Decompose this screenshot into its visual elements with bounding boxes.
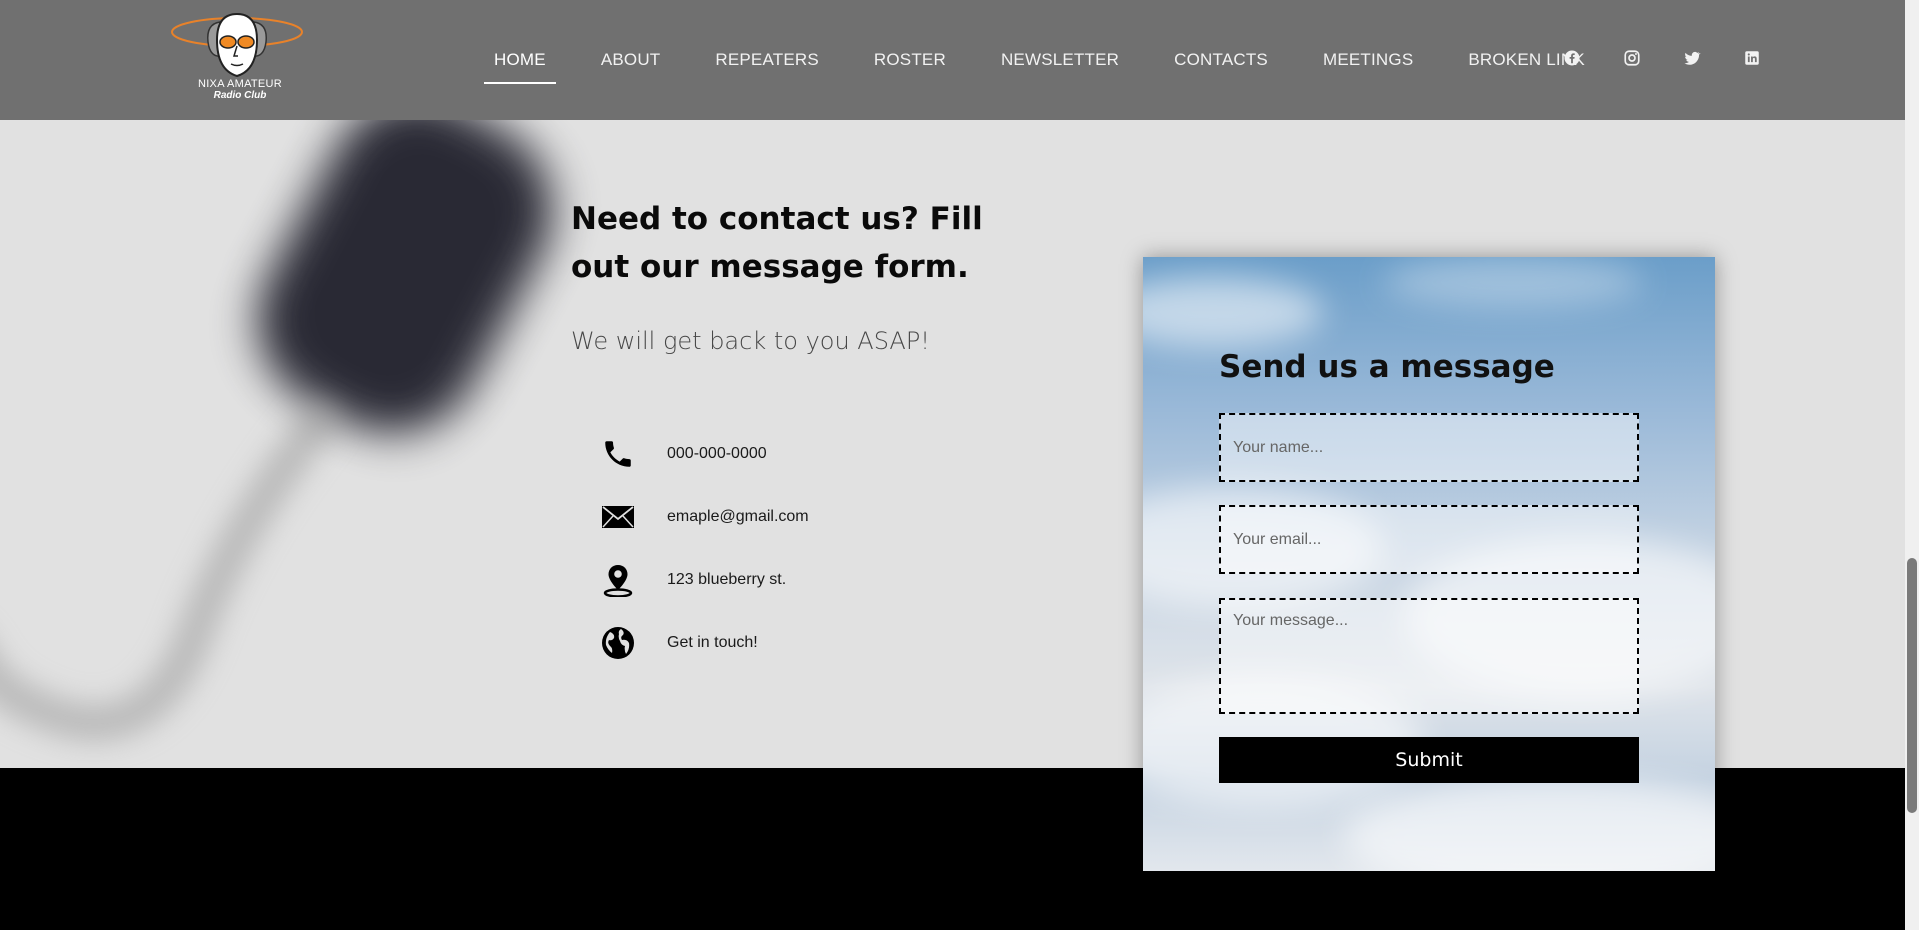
nav-item-about[interactable]: ABOUT: [591, 46, 671, 74]
contact-phone: 000-000-0000: [600, 436, 767, 472]
scrollbar-thumb[interactable]: [1907, 558, 1917, 813]
contact-web-text: Get in touch!: [667, 634, 758, 651]
form-title: Send us a message: [1219, 349, 1555, 385]
cable-background-image: [0, 402, 338, 741]
nav-item-repeaters[interactable]: REPEATERS: [705, 46, 829, 74]
logo-mascot-icon: [171, 12, 303, 78]
contact-heading: Need to contact us? Fill out our message…: [571, 201, 983, 285]
twitter-icon[interactable]: [1683, 49, 1701, 67]
instagram-icon[interactable]: [1623, 49, 1641, 67]
nav-item-meetings[interactable]: MEETINGS: [1313, 46, 1423, 74]
envelope-icon: [600, 499, 636, 535]
facebook-icon[interactable]: [1563, 49, 1581, 67]
globe-icon: [600, 625, 636, 661]
nav-item-newsletter[interactable]: NEWSLETTER: [991, 46, 1129, 74]
street-address: 123 blueberry st.: [667, 571, 787, 588]
email-address: emaple@gmail.com: [667, 508, 809, 525]
contact-subheading: We will get back to you ASAP!: [571, 327, 930, 355]
main-nav: HOME ABOUT REPEATERS ROSTER NEWSLETTER C…: [484, 46, 1630, 84]
submit-button[interactable]: Submit: [1219, 737, 1639, 783]
email-input[interactable]: [1219, 505, 1639, 574]
message-form-card: Send us a message Submit: [1143, 257, 1715, 871]
club-logo[interactable]: NIXA AMATEUR Radio Club: [170, 12, 305, 104]
nav-item-roster[interactable]: ROSTER: [864, 46, 956, 74]
contact-address: 123 blueberry st.: [600, 562, 786, 598]
nav-item-contacts[interactable]: CONTACTS: [1164, 46, 1278, 74]
message-textarea[interactable]: [1219, 598, 1639, 714]
nav-item-home[interactable]: HOME: [484, 46, 556, 84]
contact-web: Get in touch!: [600, 625, 758, 661]
phone-icon: [600, 436, 636, 472]
linkedin-icon[interactable]: [1743, 49, 1761, 67]
logo-subtitle: Radio Club: [213, 90, 267, 101]
contact-email: emaple@gmail.com: [600, 499, 809, 535]
location-pin-icon: [600, 562, 636, 598]
phone-number: 000-000-0000: [667, 445, 767, 462]
logo-title: NIXA AMATEUR: [197, 78, 283, 90]
name-input[interactable]: [1219, 413, 1639, 482]
site-header: NIXA AMATEUR Radio Club HOME ABOUT REPEA…: [0, 0, 1905, 120]
